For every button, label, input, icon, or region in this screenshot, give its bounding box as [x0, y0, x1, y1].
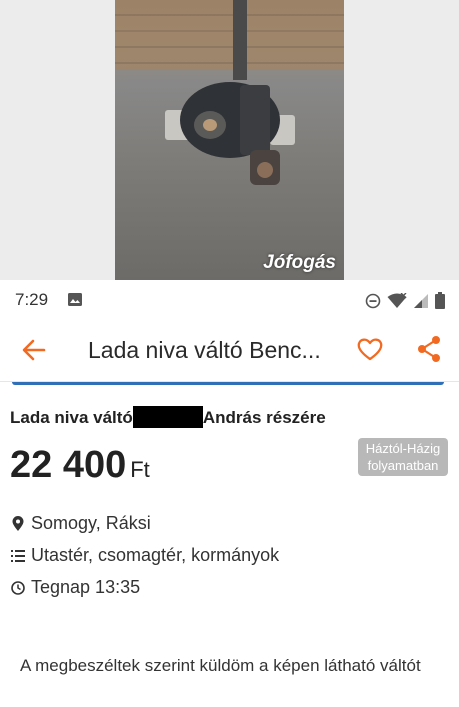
- posted-text: Tegnap 13:35: [31, 577, 141, 597]
- delivery-status-badge: Háztól-Házig folyamatban: [358, 438, 448, 476]
- posted-row: Tegnap 13:35: [11, 577, 140, 598]
- photo-area: Jófogás: [0, 0, 459, 280]
- price-currency: Ft: [130, 457, 150, 482]
- heart-icon[interactable]: [356, 335, 384, 363]
- ad-title-suffix: András részére: [202, 408, 326, 427]
- signal-icon: [414, 293, 428, 308]
- ad-description: A megbeszéltek szerint küldöm a képen lá…: [20, 656, 421, 675]
- watermark-logo: Jófogás: [263, 252, 336, 273]
- back-arrow-icon[interactable]: [20, 336, 48, 364]
- location-pin-icon: [12, 515, 24, 531]
- dnd-icon: [365, 293, 381, 308]
- location-text: Somogy, Ráksi: [31, 513, 151, 533]
- app-bar: Lada niva váltó Benc...: [0, 320, 459, 382]
- status-time: 7:29: [15, 290, 49, 309]
- status-bar: 7:29: [0, 280, 459, 320]
- price-amount: 22 400: [10, 444, 127, 486]
- location-row: Somogy, Ráksi: [11, 513, 151, 534]
- status-icons: [365, 292, 445, 309]
- badge-line-1: Háztól-Házig: [365, 441, 441, 456]
- image-icon: [68, 293, 82, 306]
- clock-icon: [11, 580, 25, 595]
- category-text: Utastér, csomagtér, kormányok: [31, 545, 280, 565]
- badge-line-2: folyamatban: [367, 458, 439, 473]
- tab-indicator: [12, 382, 444, 385]
- listing-photo[interactable]: Jófogás: [115, 0, 344, 280]
- ad-title-prefix: Lada niva váltó: [10, 408, 133, 427]
- price: 22 400 Ft: [10, 444, 150, 487]
- category-row: Utastér, csomagtér, kormányok: [11, 545, 279, 566]
- list-icon: [11, 549, 25, 562]
- share-icon[interactable]: [416, 335, 442, 363]
- page-title: Lada niva váltó Benc...: [88, 337, 321, 363]
- battery-icon: [435, 292, 445, 309]
- redacted-name: [132, 406, 203, 428]
- ad-title: Lada niva váltó András részére: [10, 406, 326, 428]
- wifi-icon: [387, 292, 407, 308]
- gearbox-illustration: [165, 82, 295, 185]
